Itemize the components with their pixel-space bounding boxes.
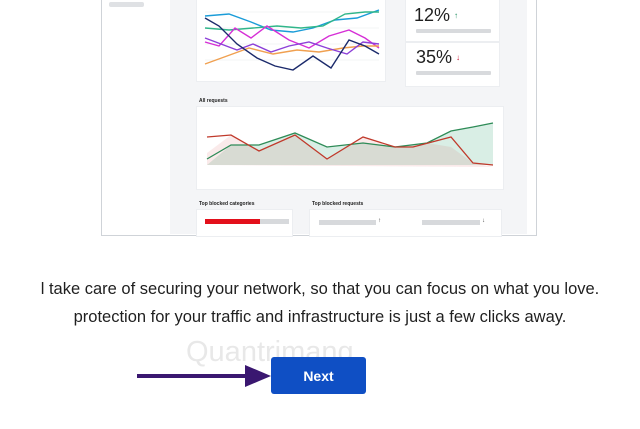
stat-bar-2 [416, 71, 491, 75]
sidebar-placeholder-bar [109, 2, 144, 7]
area-chart [206, 122, 494, 167]
stat-value-1: 12% ↑ [414, 5, 459, 25]
all-requests-label: All requests [199, 98, 228, 104]
stat-card-2: 35% ↓ [406, 43, 499, 86]
top-blocked-requests-card: ↑ ↓ [310, 210, 501, 236]
dashboard-content: 12% ↑ 35% ↓ All requests Top blocked categ… [170, 0, 527, 236]
up-arrow-icon: ↑ [454, 11, 459, 20]
next-button[interactable]: Next [271, 357, 366, 394]
all-requests-card [197, 107, 503, 189]
top-blocked-categories-card [197, 210, 292, 236]
tagline-line-2: protection for your traffic and infrastr… [73, 308, 567, 326]
series-line-purple [204, 37, 380, 55]
top-blocked-categories-label: Top blocked categories [199, 201, 255, 207]
line-chart-card [197, 0, 385, 81]
down-arrow-icon: ↓ [456, 53, 461, 62]
down-arrow-icon: ↓ [482, 218, 485, 224]
category-bar-fill [205, 219, 260, 224]
up-arrow-icon: ↑ [378, 218, 381, 224]
stat-card-1: 12% ↑ [406, 0, 499, 41]
multi-line-chart [204, 9, 380, 71]
series-line-orange [204, 45, 379, 65]
request-bar-2 [422, 220, 480, 225]
dashboard-illustration: 12% ↑ 35% ↓ All requests Top blocked categ… [101, 0, 537, 236]
pointer-arrow-icon [137, 365, 271, 387]
stat-bar-1 [416, 29, 491, 33]
request-bar-1 [319, 220, 376, 225]
stat-value-2: 35% ↓ [416, 47, 461, 67]
top-blocked-requests-label: Top blocked requests [312, 201, 364, 207]
tagline-line-1: l take care of securing your network, so… [40, 280, 600, 298]
